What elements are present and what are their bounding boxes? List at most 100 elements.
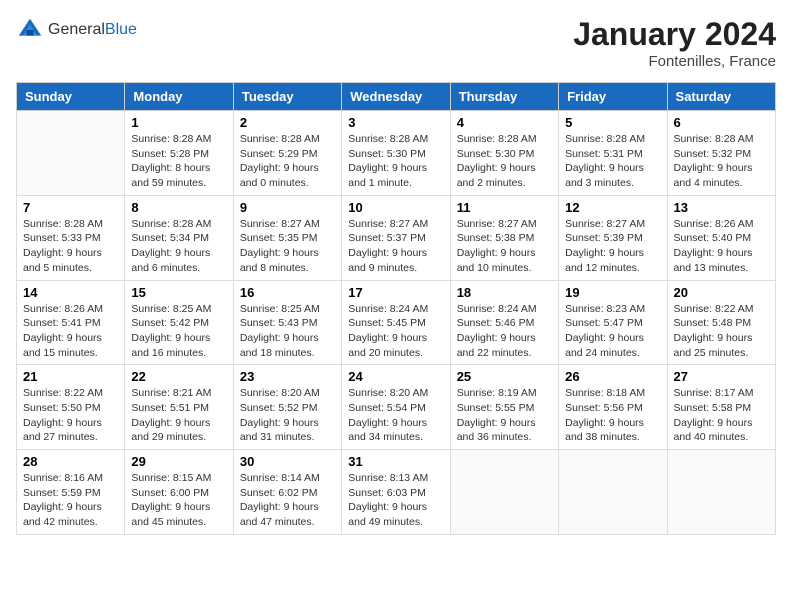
- calendar-cell: 9Sunrise: 8:27 AMSunset: 5:35 PMDaylight…: [233, 195, 341, 280]
- day-number: 18: [457, 285, 552, 300]
- location-subtitle: Fontenilles, France: [573, 53, 776, 70]
- day-number: 1: [131, 115, 226, 130]
- day-number: 4: [457, 115, 552, 130]
- day-number: 11: [457, 200, 552, 215]
- calendar-week-row: 21 Sunrise: 8:22 AMSunset: 5:50 PMDayligh…: [17, 365, 776, 450]
- calendar-cell: 28 Sunrise: 8:16 AMSunset: 5:59 PMDayligh…: [17, 450, 125, 535]
- day-number: 31: [348, 454, 443, 469]
- day-number: 21: [23, 369, 118, 384]
- logo-blue-text: Blue: [105, 21, 137, 39]
- day-info: Sunrise: 8:18 AMSunset: 5:56 PMDaylight:…: [565, 386, 660, 445]
- day-number: 7: [23, 200, 118, 215]
- calendar-cell: 2 Sunrise: 8:28 AMSunset: 5:29 PMDaylight…: [233, 111, 341, 196]
- calendar-cell: 31Sunrise: 8:13 AMSunset: 6:03 PMDayligh…: [342, 450, 450, 535]
- day-info: Sunrise: 8:28 AMSunset: 5:31 PMDaylight:…: [565, 132, 660, 191]
- calendar-cell: [559, 450, 667, 535]
- day-number: 14: [23, 285, 118, 300]
- calendar-cell: 18 Sunrise: 8:24 AMSunset: 5:46 PMDayligh…: [450, 280, 558, 365]
- calendar-cell: 10 Sunrise: 8:27 AMSunset: 5:37 PMDayligh…: [342, 195, 450, 280]
- day-info: Sunrise: 8:27 AMSunset: 5:37 PMDaylight:…: [348, 217, 443, 276]
- day-number: 15: [131, 285, 226, 300]
- day-info: Sunrise: 8:20 AMSunset: 5:52 PMDaylight:…: [240, 386, 335, 445]
- calendar-week-row: 7 Sunrise: 8:28 AMSunset: 5:33 PMDaylight…: [17, 195, 776, 280]
- day-number: 28: [23, 454, 118, 469]
- day-number: 29: [131, 454, 226, 469]
- day-info: Sunrise: 8:28 AMSunset: 5:33 PMDaylight:…: [23, 217, 118, 276]
- calendar-cell: 20Sunrise: 8:22 AMSunset: 5:48 PMDayligh…: [667, 280, 775, 365]
- calendar-cell: 19 Sunrise: 8:23 AMSunset: 5:47 PMDayligh…: [559, 280, 667, 365]
- day-number: 10: [348, 200, 443, 215]
- calendar-cell: 21 Sunrise: 8:22 AMSunset: 5:50 PMDayligh…: [17, 365, 125, 450]
- day-info: Sunrise: 8:28 AMSunset: 5:30 PMDaylight:…: [348, 132, 443, 191]
- calendar-cell: 11 Sunrise: 8:27 AMSunset: 5:38 PMDayligh…: [450, 195, 558, 280]
- calendar-cell: 3 Sunrise: 8:28 AMSunset: 5:30 PMDaylight…: [342, 111, 450, 196]
- day-info: Sunrise: 8:21 AMSunset: 5:51 PMDaylight:…: [131, 386, 226, 445]
- day-info: Sunrise: 8:26 AMSunset: 5:41 PMDaylight:…: [23, 302, 118, 361]
- page-header: GeneralBlue January 2024 Fontenilles, Fr…: [16, 16, 776, 70]
- day-number: 27: [674, 369, 769, 384]
- day-info: Sunrise: 8:27 AMSunset: 5:35 PMDaylight:…: [240, 217, 335, 276]
- day-info: Sunrise: 8:22 AMSunset: 5:50 PMDaylight:…: [23, 386, 118, 445]
- logo-general-text: General: [48, 21, 105, 39]
- day-number: 6: [674, 115, 769, 130]
- calendar-cell: 25Sunrise: 8:19 AMSunset: 5:55 PMDayligh…: [450, 365, 558, 450]
- day-info: Sunrise: 8:15 AMSunset: 6:00 PMDaylight:…: [131, 471, 226, 530]
- day-number: 22: [131, 369, 226, 384]
- calendar-cell: 7 Sunrise: 8:28 AMSunset: 5:33 PMDaylight…: [17, 195, 125, 280]
- calendar-cell: 22 Sunrise: 8:21 AMSunset: 5:51 PMDayligh…: [125, 365, 233, 450]
- day-number: 5: [565, 115, 660, 130]
- day-number: 24: [348, 369, 443, 384]
- day-number: 30: [240, 454, 335, 469]
- day-number: 26: [565, 369, 660, 384]
- calendar-week-row: 28 Sunrise: 8:16 AMSunset: 5:59 PMDayligh…: [17, 450, 776, 535]
- day-number: 13: [674, 200, 769, 215]
- day-number: 19: [565, 285, 660, 300]
- day-info: Sunrise: 8:28 AMSunset: 5:29 PMDaylight:…: [240, 132, 335, 191]
- day-info: Sunrise: 8:25 AMSunset: 5:43 PMDaylight:…: [240, 302, 335, 361]
- day-info: Sunrise: 8:24 AMSunset: 5:46 PMDaylight:…: [457, 302, 552, 361]
- day-info: Sunrise: 8:25 AMSunset: 5:42 PMDaylight:…: [131, 302, 226, 361]
- logo: GeneralBlue: [16, 16, 137, 44]
- day-number: 2: [240, 115, 335, 130]
- day-info: Sunrise: 8:24 AMSunset: 5:45 PMDaylight:…: [348, 302, 443, 361]
- calendar-cell: 24 Sunrise: 8:20 AMSunset: 5:54 PMDayligh…: [342, 365, 450, 450]
- calendar-table: SundayMondayTuesdayWednesdayThursdayFrid…: [16, 82, 776, 535]
- calendar-cell: 16 Sunrise: 8:25 AMSunset: 5:43 PMDayligh…: [233, 280, 341, 365]
- day-number: 3: [348, 115, 443, 130]
- calendar-cell: 1 Sunrise: 8:28 AMSunset: 5:28 PMDaylight…: [125, 111, 233, 196]
- weekday-header-thursday: Thursday: [450, 83, 558, 111]
- calendar-cell: 27Sunrise: 8:17 AMSunset: 5:58 PMDayligh…: [667, 365, 775, 450]
- calendar-cell: 13 Sunrise: 8:26 AMSunset: 5:40 PMDayligh…: [667, 195, 775, 280]
- calendar-cell: 26 Sunrise: 8:18 AMSunset: 5:56 PMDayligh…: [559, 365, 667, 450]
- calendar-cell: [450, 450, 558, 535]
- weekday-header-friday: Friday: [559, 83, 667, 111]
- weekday-header-saturday: Saturday: [667, 83, 775, 111]
- calendar-cell: 5 Sunrise: 8:28 AMSunset: 5:31 PMDaylight…: [559, 111, 667, 196]
- day-info: Sunrise: 8:28 AMSunset: 5:30 PMDaylight:…: [457, 132, 552, 191]
- title-block: January 2024 Fontenilles, France: [573, 16, 776, 70]
- month-year-title: January 2024: [573, 16, 776, 53]
- day-number: 17: [348, 285, 443, 300]
- day-number: 20: [674, 285, 769, 300]
- day-info: Sunrise: 8:28 AMSunset: 5:32 PMDaylight:…: [674, 132, 769, 191]
- day-info: Sunrise: 8:27 AMSunset: 5:38 PMDaylight:…: [457, 217, 552, 276]
- day-info: Sunrise: 8:26 AMSunset: 5:40 PMDaylight:…: [674, 217, 769, 276]
- day-info: Sunrise: 8:28 AMSunset: 5:34 PMDaylight:…: [131, 217, 226, 276]
- calendar-cell: 15 Sunrise: 8:25 AMSunset: 5:42 PMDayligh…: [125, 280, 233, 365]
- calendar-cell: 23Sunrise: 8:20 AMSunset: 5:52 PMDayligh…: [233, 365, 341, 450]
- day-info: Sunrise: 8:28 AMSunset: 5:28 PMDaylight:…: [131, 132, 226, 191]
- day-number: 25: [457, 369, 552, 384]
- calendar-cell: [17, 111, 125, 196]
- calendar-cell: 12Sunrise: 8:27 AMSunset: 5:39 PMDayligh…: [559, 195, 667, 280]
- weekday-header-monday: Monday: [125, 83, 233, 111]
- day-info: Sunrise: 8:23 AMSunset: 5:47 PMDaylight:…: [565, 302, 660, 361]
- day-info: Sunrise: 8:27 AMSunset: 5:39 PMDaylight:…: [565, 217, 660, 276]
- calendar-cell: 29 Sunrise: 8:15 AMSunset: 6:00 PMDayligh…: [125, 450, 233, 535]
- day-info: Sunrise: 8:20 AMSunset: 5:54 PMDaylight:…: [348, 386, 443, 445]
- day-number: 16: [240, 285, 335, 300]
- day-info: Sunrise: 8:16 AMSunset: 5:59 PMDaylight:…: [23, 471, 118, 530]
- calendar-cell: 6 Sunrise: 8:28 AMSunset: 5:32 PMDaylight…: [667, 111, 775, 196]
- calendar-cell: [667, 450, 775, 535]
- calendar-cell: 30Sunrise: 8:14 AMSunset: 6:02 PMDayligh…: [233, 450, 341, 535]
- calendar-cell: 17 Sunrise: 8:24 AMSunset: 5:45 PMDayligh…: [342, 280, 450, 365]
